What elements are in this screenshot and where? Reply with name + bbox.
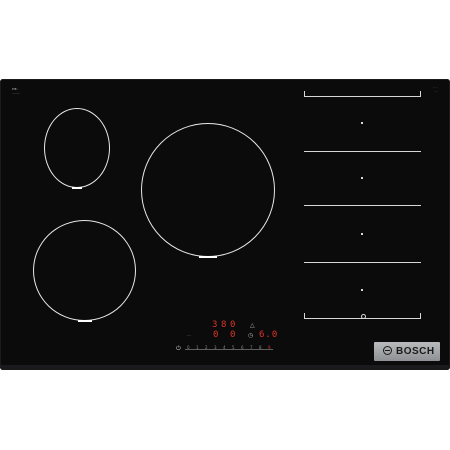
flex-zone-divider-3	[304, 205, 421, 206]
flex-zone-tick	[420, 313, 421, 319]
zone-marker	[199, 256, 217, 258]
slider-number[interactable]: 1	[196, 345, 199, 350]
model-label: PIE.. ........	[12, 87, 20, 95]
flex-zone-tick	[420, 91, 421, 97]
slider-number[interactable]: 0	[187, 345, 190, 350]
cooking-zone-centre-large[interactable]	[141, 123, 275, 258]
power-level-display-left: 3	[212, 320, 219, 330]
slider-number[interactable]: 6	[241, 345, 244, 350]
flex-zone-marker	[361, 289, 363, 291]
slider-number[interactable]: 4	[223, 345, 226, 350]
zone-marker	[77, 320, 92, 322]
cooking-zone-rear-left[interactable]	[44, 108, 110, 189]
zone-marker	[72, 187, 82, 189]
slider-number[interactable]: 3	[214, 345, 217, 350]
power-level-display-far: 6.0	[259, 330, 279, 340]
flex-zone-divider-1	[304, 96, 421, 97]
triangle-icon[interactable]: △	[250, 323, 255, 329]
slider-number[interactable]: 2	[205, 345, 208, 350]
timer-display-left: 8	[221, 320, 228, 330]
model-line-2: ........	[12, 91, 20, 95]
timer-display-right: 0	[230, 320, 237, 330]
slider-number[interactable]: 7	[250, 345, 253, 350]
menu-label: ···	[187, 333, 191, 338]
flex-zone-label: ··· · ····	[433, 85, 438, 93]
flex-zone-marker	[361, 177, 363, 179]
flex-zone-tick	[304, 91, 305, 97]
flex-zone-divider-2	[304, 151, 421, 152]
slider-number[interactable]: 9	[268, 345, 271, 350]
flex-zone-divider-4	[304, 262, 421, 263]
clock-icon[interactable]: ◷	[248, 333, 253, 339]
slider-number[interactable]: 5	[232, 345, 235, 350]
cooking-zone-front-left[interactable]	[33, 220, 136, 322]
hob-frame-edge	[0, 365, 450, 370]
slider-number[interactable]: 8	[259, 345, 262, 350]
power-level-display-centre: 0	[230, 330, 237, 340]
flex-zone-marker	[361, 122, 363, 124]
brand-plate: BOSCH	[374, 342, 440, 361]
power-icon[interactable]: ⏻	[176, 346, 181, 352]
brand-name: BOSCH	[396, 346, 435, 357]
flex-zone-marker	[361, 233, 363, 235]
induction-hob: PIE.. ........ ··· · ···· 3 8 0 △ ··· 0 0…	[0, 79, 450, 370]
power-level-display-mid: 0	[213, 330, 220, 340]
flex-zone-marker	[361, 314, 366, 319]
bosch-logo-icon	[383, 346, 392, 355]
flex-zone-tick	[304, 313, 305, 319]
